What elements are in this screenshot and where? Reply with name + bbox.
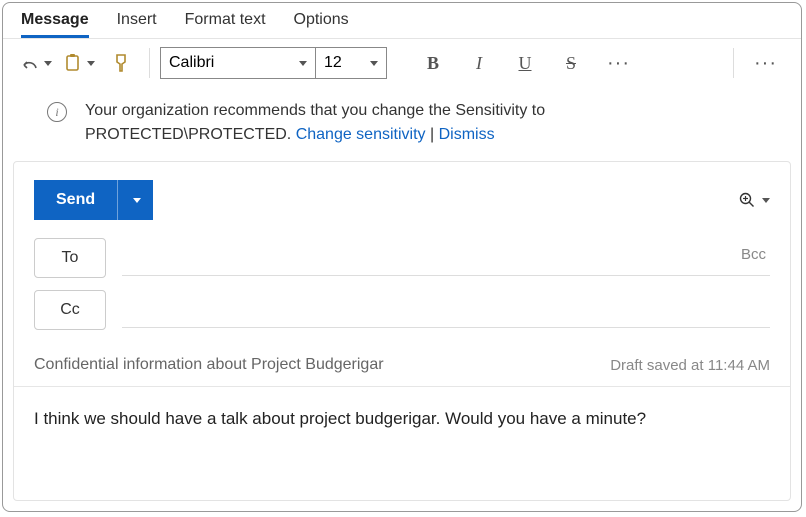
subject-row: Confidential information about Project B… xyxy=(14,336,790,387)
chevron-down-icon xyxy=(133,198,141,203)
cc-button[interactable]: Cc xyxy=(34,290,106,330)
font-controls: Calibri 12 xyxy=(160,47,387,79)
to-field[interactable]: Bcc xyxy=(122,240,770,276)
paste-button[interactable] xyxy=(60,52,97,74)
send-options-button[interactable] xyxy=(117,180,153,220)
more-formatting-button[interactable]: ··· xyxy=(597,52,640,75)
separator xyxy=(149,48,150,78)
magnifier-plus-icon xyxy=(738,191,756,209)
to-button[interactable]: To xyxy=(34,238,106,278)
font-size-value: 12 xyxy=(324,54,342,72)
font-name-select[interactable]: Calibri xyxy=(161,48,316,78)
send-split-button: Send xyxy=(34,180,153,220)
tab-insert[interactable]: Insert xyxy=(117,11,157,38)
chevron-down-icon xyxy=(762,198,770,203)
dismiss-link[interactable]: Dismiss xyxy=(439,126,495,143)
separator xyxy=(733,48,734,78)
toolbar: Calibri 12 B I U S ··· ··· xyxy=(3,38,801,87)
zoom-button[interactable] xyxy=(738,191,770,209)
draft-status: Draft saved at 11:44 AM xyxy=(610,357,770,374)
info-separator: | xyxy=(430,126,439,143)
ribbon-tabs: Message Insert Format text Options xyxy=(3,3,801,38)
italic-button[interactable]: I xyxy=(459,47,499,79)
tab-format-text[interactable]: Format text xyxy=(185,11,266,38)
undo-button[interactable] xyxy=(17,53,54,73)
font-size-select[interactable]: 12 xyxy=(316,48,386,78)
chevron-down-icon xyxy=(370,61,378,66)
send-button[interactable]: Send xyxy=(34,180,117,220)
chevron-down-icon xyxy=(299,61,307,66)
tab-options[interactable]: Options xyxy=(294,11,349,38)
info-line2: PROTECTED\PROTECTED. xyxy=(85,126,296,143)
bold-button[interactable]: B xyxy=(413,47,453,79)
compose-window: Message Insert Format text Options Calib… xyxy=(2,2,802,512)
send-row: Send xyxy=(14,162,790,232)
font-name-value: Calibri xyxy=(169,54,214,72)
info-icon: i xyxy=(47,102,67,122)
cc-field[interactable] xyxy=(122,292,770,328)
change-sensitivity-link[interactable]: Change sensitivity xyxy=(296,126,426,143)
info-text: Your organization recommends that you ch… xyxy=(85,99,545,147)
tab-message[interactable]: Message xyxy=(21,11,89,38)
compose-area: Send To Bcc Cc xyxy=(13,161,791,501)
underline-button[interactable]: U xyxy=(505,47,545,79)
message-body[interactable]: I think we should have a talk about proj… xyxy=(14,387,790,451)
format-painter-button[interactable] xyxy=(103,47,139,79)
info-line1: Your organization recommends that you ch… xyxy=(85,102,545,119)
strikethrough-button[interactable]: S xyxy=(551,47,591,79)
bcc-toggle[interactable]: Bcc xyxy=(741,246,766,263)
subject-field[interactable]: Confidential information about Project B… xyxy=(34,356,594,374)
to-row: To Bcc xyxy=(14,232,790,284)
more-commands-button[interactable]: ··· xyxy=(744,52,787,75)
sensitivity-info-bar: i Your organization recommends that you … xyxy=(3,87,801,161)
cc-row: Cc xyxy=(14,284,790,336)
